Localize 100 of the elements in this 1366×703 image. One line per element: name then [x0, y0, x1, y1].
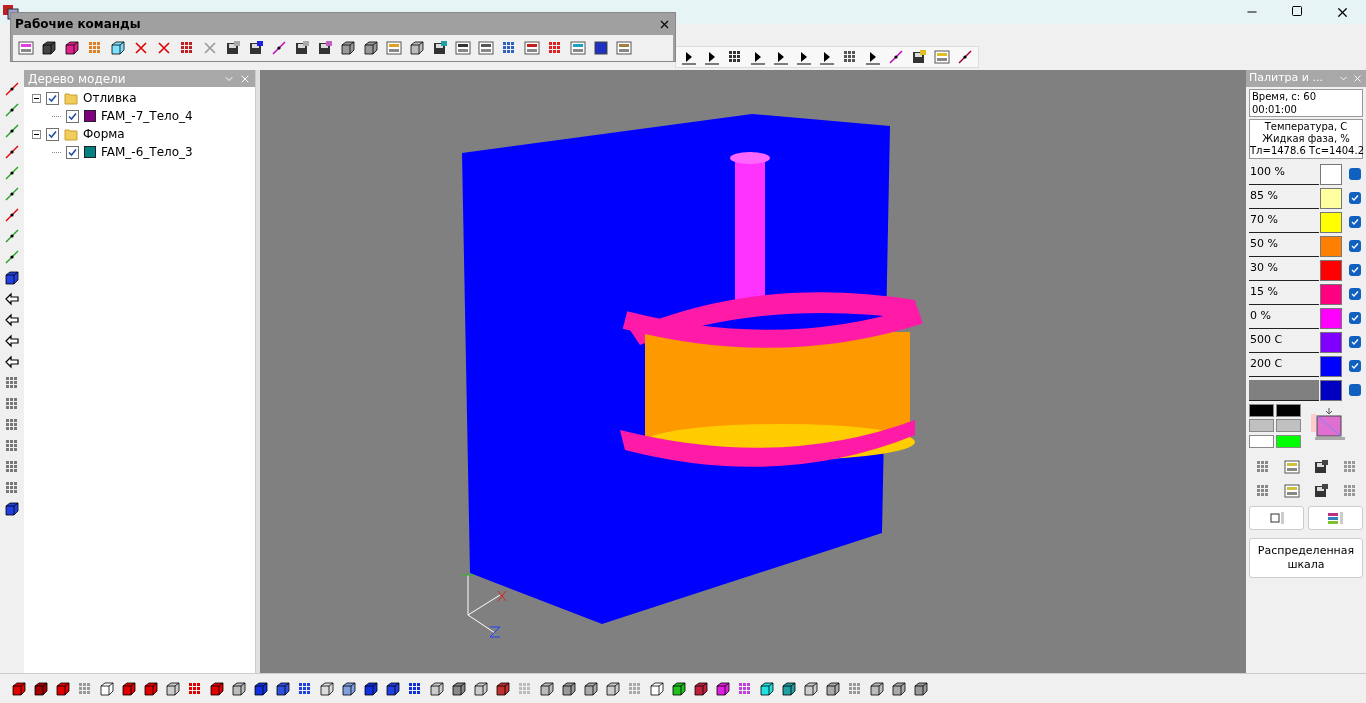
- cube-icon[interactable]: [472, 679, 490, 698]
- cube-icon[interactable]: [824, 679, 842, 698]
- cube-icon[interactable]: [339, 39, 357, 57]
- cube-icon[interactable]: [3, 269, 21, 287]
- cube-icon[interactable]: [362, 39, 380, 57]
- checkbox[interactable]: [46, 127, 59, 141]
- color-swatch[interactable]: [1320, 379, 1342, 401]
- cube-icon[interactable]: [362, 679, 380, 698]
- color-swatch[interactable]: [1320, 235, 1342, 257]
- cube-icon[interactable]: [40, 39, 58, 57]
- checkbox[interactable]: [1349, 288, 1361, 300]
- preset-color-swatch[interactable]: [1249, 434, 1274, 448]
- cube-icon[interactable]: [428, 679, 446, 698]
- cube-icon[interactable]: [3, 500, 21, 518]
- disk-icon[interactable]: [224, 39, 242, 57]
- cube-icon[interactable]: [408, 39, 426, 57]
- panel-title: Палитра и ...: [1249, 70, 1323, 87]
- checkbox[interactable]: [1349, 312, 1361, 324]
- cube-icon[interactable]: [208, 679, 226, 698]
- collapse-icon[interactable]: [32, 129, 41, 139]
- cube-icon[interactable]: [912, 679, 930, 698]
- color-swatch[interactable]: [1320, 331, 1342, 353]
- color-swatch[interactable]: [1320, 259, 1342, 281]
- collapse-icon[interactable]: [32, 93, 41, 103]
- checkbox[interactable]: [1349, 168, 1361, 180]
- preset-color-swatch[interactable]: [1249, 404, 1274, 417]
- cube-icon[interactable]: [32, 679, 50, 698]
- cube-icon[interactable]: [274, 679, 292, 698]
- checkbox[interactable]: [1349, 240, 1361, 252]
- legend-blank-field[interactable]: [1249, 379, 1319, 401]
- cube-icon[interactable]: [868, 679, 886, 698]
- info-line: Тл=1478.6 Тс=1404.2: [1250, 145, 1362, 157]
- cube-icon[interactable]: [142, 679, 160, 698]
- color-swatch[interactable]: [1320, 163, 1342, 185]
- cube-icon[interactable]: [582, 679, 600, 698]
- tree-item-label[interactable]: Форма: [83, 125, 125, 143]
- cube-icon[interactable]: [120, 679, 138, 698]
- checkbox[interactable]: [1349, 360, 1361, 372]
- color-swatch[interactable]: [1320, 283, 1342, 305]
- arrow-icon[interactable]: [3, 353, 21, 371]
- maximize-icon[interactable]: [1291, 4, 1303, 17]
- cube-icon[interactable]: [758, 679, 776, 698]
- cube-icon[interactable]: [604, 679, 622, 698]
- checkbox[interactable]: [46, 91, 59, 105]
- checkbox[interactable]: [66, 145, 79, 159]
- cube-icon[interactable]: [560, 679, 578, 698]
- arrow-icon[interactable]: [3, 311, 21, 329]
- cube-icon[interactable]: [890, 679, 908, 698]
- disk-icon[interactable]: [293, 39, 311, 57]
- info-line: Температура, С: [1263, 121, 1349, 133]
- cube-icon[interactable]: [670, 679, 688, 698]
- colored-cube-icon[interactable]: [63, 39, 81, 57]
- info-line: Жидкая фаза, %: [1261, 133, 1351, 145]
- panel-title: Дерево модели: [28, 70, 126, 88]
- preset-color-swatch[interactable]: [1249, 419, 1274, 433]
- checkbox[interactable]: [1349, 264, 1361, 276]
- cube-icon[interactable]: [98, 679, 116, 698]
- preset-color-swatch[interactable]: [1276, 419, 1301, 433]
- color-swatch[interactable]: [1320, 211, 1342, 233]
- arrow-icon[interactable]: [3, 290, 21, 308]
- panel-title: Рабочие команды: [15, 16, 141, 33]
- cube-icon[interactable]: [692, 679, 710, 698]
- tree-item-label[interactable]: FAM_-6_Тело_3: [101, 143, 193, 161]
- cube-icon[interactable]: [802, 679, 820, 698]
- arrow-icon[interactable]: [3, 332, 21, 350]
- cube-icon[interactable]: [252, 679, 270, 698]
- cube-icon[interactable]: [109, 39, 127, 57]
- cube-icon[interactable]: [230, 679, 248, 698]
- cube-icon[interactable]: [538, 679, 556, 698]
- color-bars-button[interactable]: [1308, 506, 1363, 530]
- save-icon[interactable]: [316, 39, 334, 57]
- color-swatch[interactable]: [1320, 355, 1342, 377]
- cube-icon[interactable]: [384, 679, 402, 698]
- cube-icon[interactable]: [340, 679, 358, 698]
- color-swatch[interactable]: [1320, 307, 1342, 329]
- checkbox[interactable]: [1349, 216, 1361, 228]
- cube-icon[interactable]: [494, 679, 512, 698]
- distributed-scale-button[interactable]: Распределенная шкала: [1249, 538, 1363, 578]
- cube-icon[interactable]: [450, 679, 468, 698]
- checkbox[interactable]: [1349, 192, 1361, 204]
- checkbox[interactable]: [66, 109, 79, 123]
- tree-item-label[interactable]: FAM_-7_Тело_4: [101, 107, 193, 125]
- save-icon[interactable]: [910, 48, 928, 66]
- checkbox[interactable]: [1349, 336, 1361, 348]
- cube-icon[interactable]: [164, 679, 182, 698]
- cube-icon[interactable]: [54, 679, 72, 698]
- tree-item-label[interactable]: Отливка: [83, 89, 137, 107]
- cube-icon[interactable]: [318, 679, 336, 698]
- color-bars-icon: [1326, 511, 1345, 525]
- cube-icon[interactable]: [780, 679, 798, 698]
- save-icon[interactable]: [247, 39, 265, 57]
- cube-icon[interactable]: [714, 679, 732, 698]
- color-swatch[interactable]: [1320, 187, 1342, 209]
- scale-ten-button[interactable]: [1249, 506, 1304, 530]
- preset-color-swatch[interactable]: [1276, 404, 1301, 417]
- time-label: Время, с: 60: [1252, 90, 1318, 103]
- cube-icon[interactable]: [648, 679, 666, 698]
- preset-color-swatch[interactable]: [1276, 434, 1301, 448]
- cube-icon[interactable]: [10, 679, 28, 698]
- checkbox[interactable]: [1349, 384, 1361, 396]
